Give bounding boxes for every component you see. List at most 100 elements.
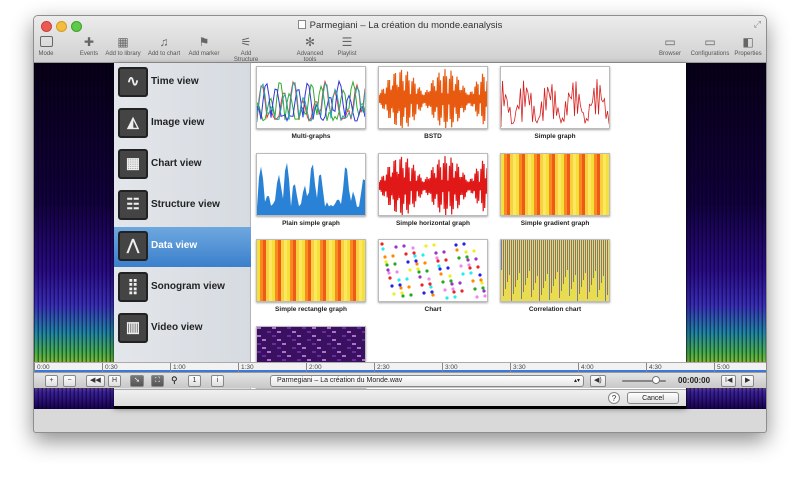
view-template-chart[interactable]: Chart [378, 239, 488, 319]
volume-button[interactable]: ◀) [590, 375, 606, 387]
properties-icon: ◧ [742, 35, 754, 49]
advanced-tools-button[interactable]: ✻ Advanced tools [292, 35, 328, 64]
template-thumbnail [378, 153, 488, 216]
add-to-chart-button[interactable]: ♫ Add to chart [146, 35, 182, 58]
add-button[interactable]: + [45, 375, 58, 387]
page-number-field[interactable]: 1 [188, 375, 201, 387]
structure-icon: ⚟ [240, 35, 252, 49]
browser-button[interactable]: ▭ Browser [652, 35, 688, 58]
playlist-button[interactable]: ☰ Playlist [329, 36, 365, 58]
sidebar-item-label: Sonogram view [151, 281, 225, 292]
template-caption: Multi-graphs [291, 133, 331, 140]
cursor-icon: ➘ [134, 377, 140, 384]
selection-tool-button[interactable]: ⛶ [151, 375, 164, 387]
mode-button[interactable]: Mode [34, 36, 64, 57]
template-thumbnail [256, 239, 366, 302]
sidebar-item-structure-view[interactable]: ☷ Structure view [114, 186, 251, 226]
time-ruler[interactable]: 0:00 0:30 1:00 1:30 2:00 2:30 3:00 3:30 4:00 4:30… [34, 362, 766, 373]
waveform-icon: ∿ [118, 67, 148, 97]
sonogram-right[interactable] [686, 63, 766, 409]
plus-icon: ✚ [83, 35, 95, 49]
application-window: Parmegiani – La création du monde.eanaly… [33, 15, 767, 433]
template-thumbnail [378, 66, 488, 129]
rewind-button[interactable]: ◀◀ [86, 375, 105, 387]
template-caption: Simple graph [534, 133, 576, 140]
template-caption: Plain simple graph [282, 220, 340, 227]
help-button[interactable]: ? [608, 392, 620, 404]
sonogram-left[interactable] [34, 63, 114, 409]
template-thumbnail [256, 153, 366, 216]
analysis-workspace: ∿ Time view ◭ Image view ▦ Chart view ☷ Structu… [34, 63, 766, 409]
info-button[interactable]: i [211, 375, 224, 387]
skip-back-icon: I◀ [725, 377, 733, 384]
previous-button[interactable]: I◀ [721, 375, 737, 387]
template-thumbnail [500, 239, 610, 302]
selection-icon: ⛶ [155, 377, 160, 384]
sidebar-item-chart-view[interactable]: ▦ Chart view [114, 145, 251, 185]
zoom-icon[interactable]: ⚲ [171, 375, 178, 386]
fullscreen-icon[interactable]: ⤢ [754, 19, 761, 30]
template-caption: Simple gradient graph [520, 220, 590, 227]
configurations-icon: ▭ [704, 35, 716, 49]
template-caption: Simple rectangle graph [275, 306, 347, 313]
view-template-grid: Multi-graphs BSTD Simple graph Plain simple… [251, 63, 686, 389]
h-button[interactable]: H [108, 375, 122, 387]
cursor-tool-button[interactable]: ➘ [130, 375, 144, 387]
sonogram-icon: ⣿ [118, 272, 148, 302]
template-caption: BSTD [424, 133, 442, 140]
add-marker-button[interactable]: ⚑ Add marker [186, 35, 222, 58]
structure-icon: ☷ [118, 190, 148, 220]
sidebar-item-label: Time view [151, 76, 199, 87]
view-template-correlation-chart[interactable]: Correlation chart [500, 239, 610, 319]
volume-slider-knob[interactable] [652, 376, 660, 384]
sidebar-item-label: Video view [151, 322, 203, 333]
add-structure-button[interactable]: ⚟ Add Structure [228, 35, 264, 64]
marker-icon: ⚑ [198, 35, 210, 49]
sidebar-item-image-view[interactable]: ◭ Image view [114, 104, 251, 144]
play-button[interactable]: ▶ [741, 375, 755, 387]
events-button[interactable]: ✚ Events [71, 35, 107, 58]
view-template-simple-rectangle-graph[interactable]: Simple rectangle graph [256, 239, 366, 319]
template-thumbnail [256, 66, 366, 129]
view-template-multi-graphs[interactable]: Multi-graphs [256, 66, 366, 146]
speaker-icon: ◀) [594, 377, 602, 384]
view-template-plain-simple-graph[interactable]: Plain simple graph [256, 153, 366, 233]
template-caption: Chart [424, 306, 442, 313]
bottom-toolbar: + − ◀◀ H ➘ ⛶ ⚲ 1 i Parmegiani – La créat… [34, 372, 766, 388]
image-icon: ◭ [118, 108, 148, 138]
chart-icon: ♫ [159, 35, 169, 49]
view-template-simple-graph[interactable]: Simple graph [500, 66, 610, 146]
template-thumbnail [500, 153, 610, 216]
dialog-footer: ? Cancel [114, 389, 686, 406]
title-bar: Parmegiani – La création du monde.eanaly… [34, 16, 766, 63]
properties-button[interactable]: ◧ Properties [730, 35, 766, 58]
view-template-bstd[interactable]: BSTD [378, 66, 488, 146]
sidebar-item-data-view[interactable]: ⋀ Data view [114, 227, 251, 267]
sidebar-item-label: Data view [151, 240, 198, 251]
template-thumbnail [378, 239, 488, 302]
view-type-sidebar: ∿ Time view ◭ Image view ▦ Chart view ☷ Structu… [114, 63, 251, 389]
document-icon [297, 20, 306, 29]
new-view-dialog: ∿ Time view ◭ Image view ▦ Chart view ☷ Structu… [114, 63, 686, 406]
audio-file-select[interactable]: Parmegiani – La création du Monde.wav ▴▾ [270, 375, 584, 387]
sidebar-item-label: Chart view [151, 158, 202, 169]
view-template-simple-horizontal-graph[interactable]: Simple horizontal graph [378, 153, 488, 233]
chart-layout-icon: ▦ [118, 149, 148, 179]
template-caption: Simple horizontal graph [395, 220, 471, 227]
select-arrows-icon: ▴▾ [573, 378, 580, 384]
play-icon: ▶ [745, 377, 751, 384]
cancel-button[interactable]: Cancel [627, 392, 679, 404]
sidebar-item-label: Image view [151, 117, 205, 128]
view-template-simple-gradient-graph[interactable]: Simple gradient graph [500, 153, 610, 233]
browser-icon: ▭ [664, 35, 676, 49]
data-graph-icon: ⋀ [118, 231, 148, 261]
sidebar-item-time-view[interactable]: ∿ Time view [114, 63, 251, 103]
sidebar-item-video-view[interactable]: ▥ Video view [114, 309, 251, 349]
window-title: Parmegiani – La création du monde.eanaly… [34, 20, 766, 31]
time-display: 00:00:00 [678, 376, 711, 385]
remove-button[interactable]: − [63, 375, 76, 387]
gear-icon: ✻ [304, 35, 316, 49]
add-to-library-button[interactable]: ▦ Add to library [105, 36, 141, 58]
configurations-button[interactable]: ▭ Configurations [690, 35, 730, 58]
sidebar-item-sonogram-view[interactable]: ⣿ Sonogram view [114, 268, 251, 308]
